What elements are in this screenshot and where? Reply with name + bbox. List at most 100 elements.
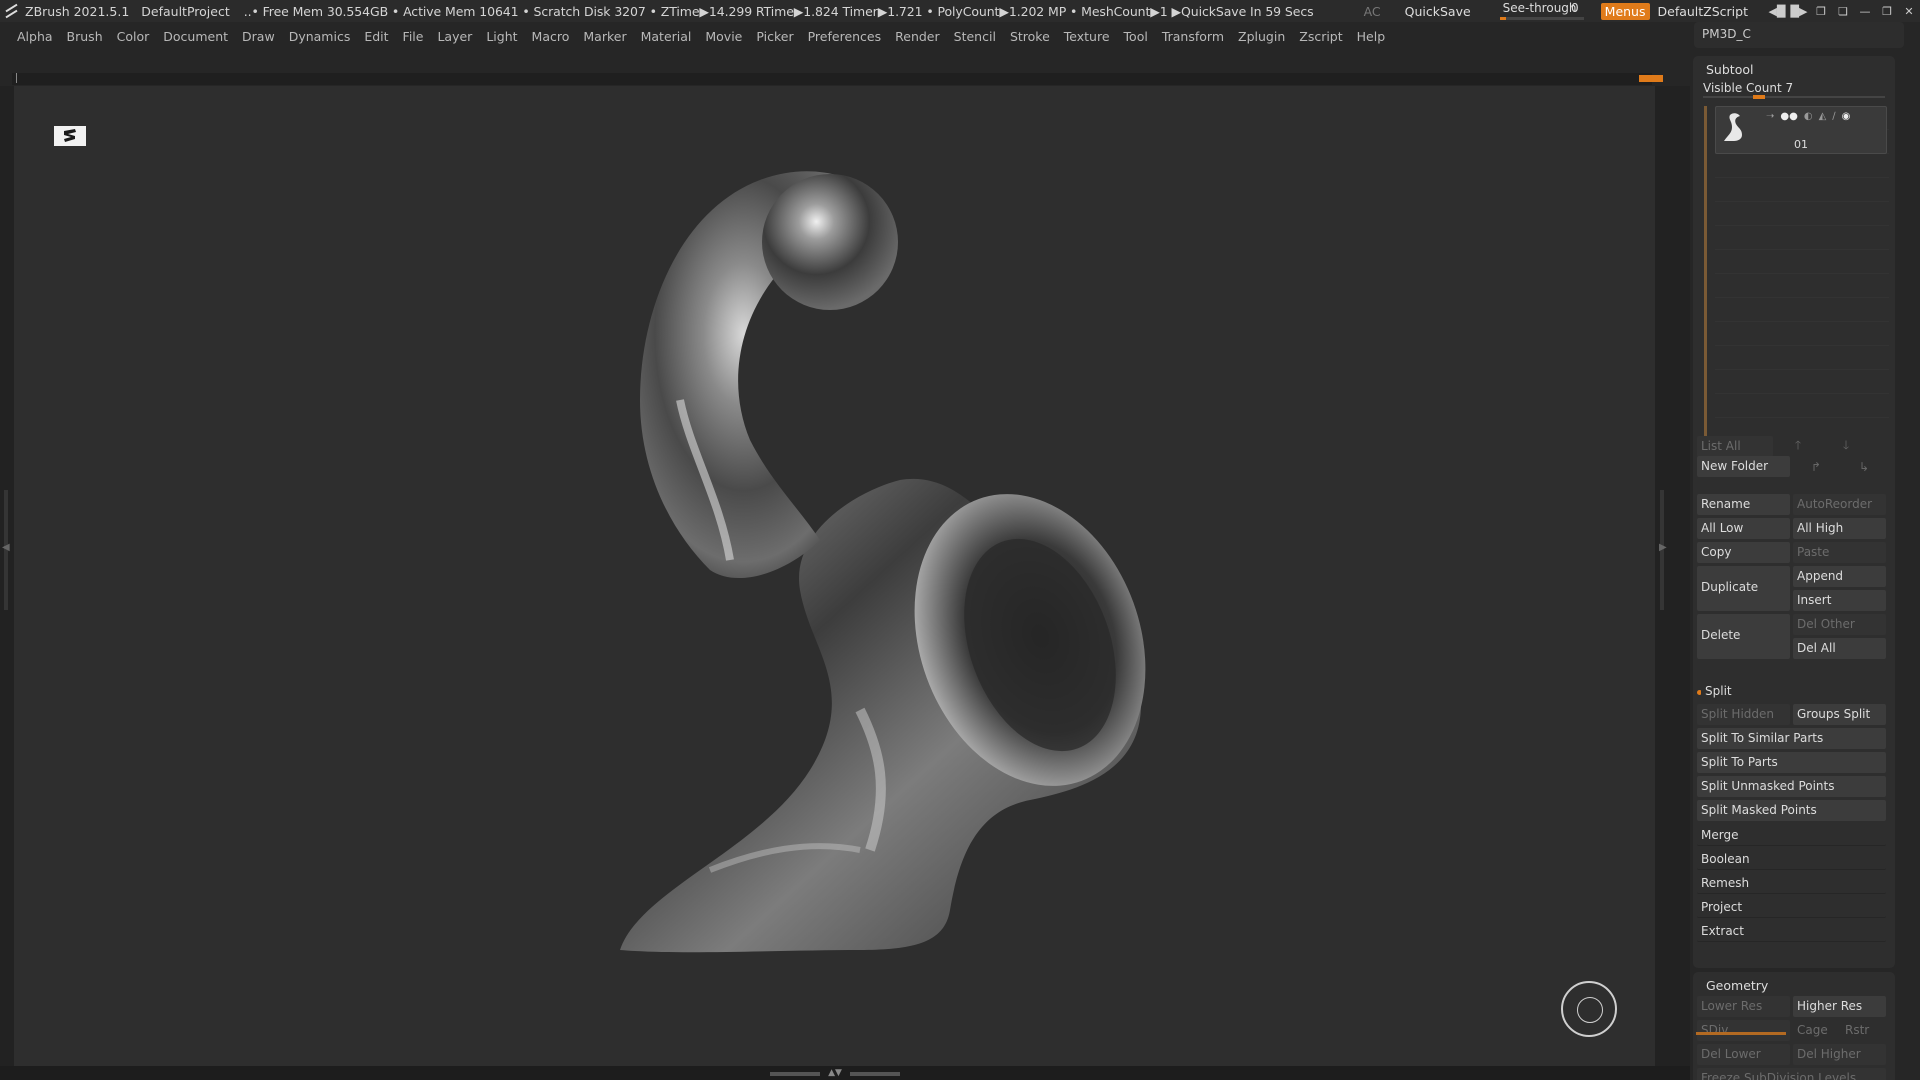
layout-bars-icon[interactable]: █▶ [1788,0,1810,22]
menu-color[interactable]: Color [117,29,150,44]
freeze-subdivision-button[interactable]: Freeze SubDivision Levels [1697,1068,1886,1080]
solo-toggle-icon[interactable]: ◭ [1819,111,1827,122]
menu-stroke[interactable]: Stroke [1010,29,1050,44]
copy-button[interactable]: Copy [1697,542,1790,563]
menu-help[interactable]: Help [1357,29,1386,44]
rename-button[interactable]: Rename [1697,494,1790,515]
list-all-button[interactable]: List All [1697,436,1773,457]
del-other-button[interactable]: Del Other [1793,614,1886,635]
cage-button[interactable]: Cage [1793,1020,1837,1041]
split-to-parts-button[interactable]: Split To Parts [1697,752,1886,773]
menu-preferences[interactable]: Preferences [808,29,882,44]
boolean-subpalette-toggle[interactable]: Boolean [1697,849,1886,870]
see-through-slider[interactable]: See-through 0 [1497,0,1589,22]
remesh-subpalette-toggle[interactable]: Remesh [1697,873,1886,894]
menu-light[interactable]: Light [486,29,517,44]
split-unmasked-button[interactable]: Split Unmasked Points [1697,776,1886,797]
menu-stencil[interactable]: Stencil [954,29,996,44]
menu-movie[interactable]: Movie [705,29,742,44]
menu-macro[interactable]: Macro [532,29,570,44]
new-folder-button[interactable]: New Folder [1697,456,1790,477]
quicksave-button[interactable]: QuickSave [1405,4,1471,19]
material-toggle-icon[interactable]: ◐ [1804,111,1813,122]
higher-res-button[interactable]: Higher Res [1793,996,1886,1017]
close-icon[interactable]: ✕ [1898,0,1920,22]
list-row [1715,322,1889,346]
menu-tool[interactable]: Tool [1124,29,1148,44]
move-down-arrow-icon[interactable]: 🡓 [1823,436,1869,457]
geometry-section-title[interactable]: Geometry [1693,972,1895,994]
del-all-button[interactable]: Del All [1793,638,1886,659]
sdiv-slider[interactable]: SDiv [1697,1020,1790,1041]
lower-res-button[interactable]: Lower Res [1697,996,1790,1017]
visibility-eye-icon[interactable]: ◉ [1842,111,1851,122]
timeline-marker[interactable] [1639,75,1663,82]
menu-layer[interactable]: Layer [437,29,472,44]
menu-file[interactable]: File [403,29,424,44]
title-bar: ZBrush 2021.5.1 DefaultProject ..• Free … [0,0,1920,22]
layout-swap-icon[interactable]: ◀█ [1766,0,1788,22]
paste-button[interactable]: Paste [1793,542,1886,563]
delete-button[interactable]: Delete [1697,614,1790,659]
groups-split-button[interactable]: Groups Split [1793,704,1886,725]
merge-subpalette-toggle[interactable]: Merge [1697,825,1886,846]
visible-count-knob[interactable] [1753,95,1765,99]
layout-save-icon[interactable]: ❏ [1832,0,1854,22]
menu-document[interactable]: Document [163,29,228,44]
project-subpalette-toggle[interactable]: Project [1697,897,1886,918]
polypaint-toggle-icon[interactable]: ●● [1780,111,1797,122]
duplicate-button[interactable]: Duplicate [1697,566,1790,611]
split-hidden-button[interactable]: Split Hidden [1697,704,1790,725]
menu-zplugin[interactable]: Zplugin [1238,29,1285,44]
append-button[interactable]: Append [1793,566,1886,587]
menu-draw[interactable]: Draw [242,29,275,44]
all-high-button[interactable]: All High [1793,518,1886,539]
extract-subpalette-toggle[interactable]: Extract [1697,921,1886,942]
brush-toggle-icon[interactable]: ➝ [1766,111,1774,122]
menu-brush[interactable]: Brush [67,29,103,44]
menu-texture[interactable]: Texture [1064,29,1110,44]
rstr-button[interactable]: Rstr [1841,1020,1885,1041]
menu-material[interactable]: Material [641,29,692,44]
menu-zscript[interactable]: Zscript [1299,29,1342,44]
split-subpalette-toggle[interactable]: Split [1701,681,1886,702]
menu-marker[interactable]: Marker [583,29,626,44]
menu-edit[interactable]: Edit [364,29,388,44]
folder-down-arrow-icon[interactable]: ↳ [1841,456,1887,477]
default-zscript-button[interactable]: DefaultZScript [1658,4,1749,19]
list-row [1715,346,1889,370]
del-lower-button[interactable]: Del Lower [1697,1044,1790,1065]
auto-reorder-button[interactable]: AutoReorder [1793,494,1886,515]
sculpt-model[interactable] [560,150,1240,1030]
del-higher-button[interactable]: Del Higher [1793,1044,1886,1065]
insert-button[interactable]: Insert [1793,590,1886,611]
all-low-button[interactable]: All Low [1697,518,1790,539]
minimize-icon[interactable]: — [1854,0,1876,22]
ac-button[interactable]: AC [1364,4,1381,19]
subtool-section-title[interactable]: Subtool [1693,56,1895,78]
split-masked-button[interactable]: Split Masked Points [1697,800,1886,821]
right-tray-arrow-icon[interactable]: ▶ [1659,542,1667,553]
split-similar-parts-button[interactable]: Split To Similar Parts [1697,728,1886,749]
menus-toggle-button[interactable]: Menus [1600,2,1650,20]
menu-picker[interactable]: Picker [756,29,793,44]
menu-transform[interactable]: Transform [1162,29,1224,44]
maximize-icon[interactable]: ❐ [1876,0,1898,22]
current-tool-name[interactable]: PM3D_C [1694,22,1904,48]
menu-dynamics[interactable]: Dynamics [289,29,351,44]
folder-up-arrow-icon[interactable]: ↱ [1793,456,1839,477]
menu-render[interactable]: Render [895,29,940,44]
bottom-tray-handle[interactable]: ▲▼ [770,1069,900,1078]
bottom-tray-arrow-icon[interactable]: ▲▼ [828,1069,842,1078]
menu-alpha[interactable]: Alpha [17,29,53,44]
subtool-item[interactable]: ➝ ●● ◐ ◭ ∕ ◉ 01 [1715,106,1887,154]
visible-count-slider[interactable] [1703,95,1885,99]
subtool-list-scrollbar[interactable] [1704,106,1707,438]
layout-windows-icon[interactable]: ❐ [1810,0,1832,22]
navigation-gizmo-icon[interactable] [1561,981,1617,1037]
edit-toggle-icon[interactable]: ∕ [1832,111,1835,122]
project-name[interactable]: DefaultProject [141,4,229,19]
left-tray-arrow-icon[interactable]: ◀ [2,542,10,553]
move-up-arrow-icon[interactable]: 🡑 [1775,436,1821,457]
timeline-strip[interactable] [12,73,1663,85]
